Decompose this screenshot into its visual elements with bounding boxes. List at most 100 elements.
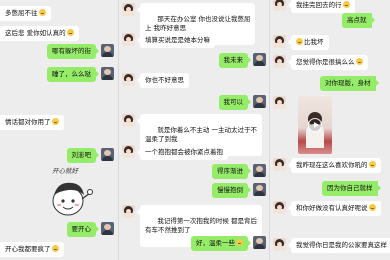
message-text: 我未来 [223, 56, 244, 64]
smiley-emoji-icon [368, 204, 376, 211]
girl-avatar[interactable] [122, 73, 135, 86]
girl-avatar[interactable] [122, 205, 135, 218]
video-message-thumbnail[interactable] [298, 96, 332, 154]
girl-avatar[interactable] [122, 3, 135, 16]
message-row: 你也不好意思 [122, 73, 189, 88]
message-bubble-sent[interactable]: 好，温柔一些 [191, 236, 251, 251]
message-text: 我记得第一次抱我的时候 都是背后 有车不然推到了 [145, 217, 257, 234]
boy-avatar[interactable] [253, 95, 266, 108]
message-row: 哪有躲坏的街 [47, 44, 114, 59]
boy-avatar[interactable] [253, 236, 266, 249]
girl-avatar[interactable] [273, 201, 286, 214]
message-text: 情话都对你用了 [5, 118, 51, 126]
message-bubble-sent[interactable]: 高点就 [342, 13, 374, 28]
message-row: 我昨现在这么喜欢你吼的 [273, 158, 381, 173]
message-row: 我挂完回去的行 [273, 0, 355, 13]
message-bubble-received[interactable]: 开心我都要疯了 [0, 242, 64, 257]
message-bubble-sent[interactable]: 得序渐进 [212, 164, 251, 179]
message-bubble-sent[interactable]: 慢慢抱倒 [212, 183, 251, 198]
smiley-emoji-icon [38, 9, 46, 16]
chat-screenshot-middle: 那天在办公室 你也没说让我憋屈 上 我昨好意思 填算买说是是她本分嘛 我未来 你… [118, 0, 270, 260]
message-row: 我未来 [218, 53, 266, 68]
happy-boy-sticker[interactable]: 开心就好 [48, 165, 94, 221]
message-text: 高点就 [347, 16, 367, 24]
message-text: 刘澎吧 [71, 151, 92, 159]
message-bubble-sent[interactable]: 我可以 [218, 95, 251, 110]
message-bubble-sent[interactable]: 对你现版，身材 [320, 76, 378, 91]
message-text: 睡了，么么哒 [52, 70, 91, 78]
message-bubble-sent[interactable]: 哪有躲坏的街 [47, 44, 99, 59]
sticker-caption: 开心就好 [52, 167, 78, 175]
boy-avatar[interactable] [101, 44, 114, 57]
message-text: 我可以 [223, 98, 244, 106]
girl-avatar[interactable] [122, 145, 135, 158]
message-bubble-sent[interactable]: 因为你自己就样 [322, 181, 380, 196]
girl-avatar[interactable] [273, 0, 286, 11]
message-row: 好，温柔一些 [191, 236, 266, 251]
message-text: 哪有躲坏的街 [52, 47, 91, 55]
message-text: 我昨现在这么喜欢你吼的 [296, 161, 368, 169]
message-row: 情话都对你用了 [0, 115, 64, 130]
video-play-icon[interactable] [308, 118, 322, 132]
message-text: 得序渐进 [217, 167, 243, 175]
smiley-emoji-icon [51, 118, 59, 125]
message-bubble-sent[interactable]: 我未来 [218, 53, 251, 68]
message-bubble-received[interactable]: 我挂完回去的行 [288, 0, 355, 13]
message-bubble-sent[interactable]: 睡了，么么哒 [47, 67, 99, 82]
boy-avatar[interactable] [101, 222, 114, 235]
girl-avatar[interactable] [273, 238, 286, 251]
message-bubble-received[interactable]: 和你好做没有认真好呢说 [288, 201, 381, 216]
message-row: 多憋屈不往 [0, 6, 51, 21]
message-text: 对你现版，身材 [325, 79, 371, 87]
message-bubble-received[interactable]: 你也不好意思 [137, 73, 189, 88]
message-row: 得序渐进 [212, 164, 266, 179]
girl-avatar[interactable] [273, 96, 286, 109]
girl-avatar[interactable] [273, 55, 286, 68]
message-row: 填算买说是是她本分嘛 [122, 33, 215, 48]
message-bubble-received[interactable]: 我昨现在这么喜欢你吼的 [288, 158, 381, 173]
smiley-emoji-icon [296, 38, 303, 45]
boy-avatar[interactable] [253, 183, 266, 196]
smiley-emoji-icon [368, 161, 376, 168]
message-bubble-received[interactable]: 多憋屈不往 [0, 6, 51, 21]
message-text: 我觉得你日是我的公家要真这样 [296, 241, 387, 249]
message-text: 多憋屈不往 [5, 9, 38, 17]
message-text: 要开心 [71, 225, 92, 233]
boy-avatar[interactable] [101, 148, 114, 161]
message-row: 高点就 [342, 13, 374, 28]
message-text: 您觉得你是很搞么么 [296, 58, 355, 66]
message-text: 那天在办公室 你也没说让我憋屈 上 我昨好意思 [145, 15, 251, 32]
message-row [273, 96, 286, 109]
message-text: 就是你着么不主动 一主动太过于不 温柔了到我 [145, 126, 257, 143]
message-bubble-sent[interactable]: 刘澎吧 [66, 148, 99, 163]
message-bubble-received[interactable]: 比我坏 [288, 35, 329, 50]
message-bubble-received[interactable]: 情话都对你用了 [0, 115, 64, 130]
smiley-emoji-icon [342, 1, 350, 8]
boy-avatar[interactable] [253, 53, 266, 66]
message-bubble-received[interactable]: 这后悲 爱你如认真的 [0, 26, 79, 41]
chat-screenshot-left: 多憋屈不往 这后悲 爱你如认真的 哪有躲坏的街 睡了，么么哒 情话都对你用了 刘… [0, 0, 130, 260]
message-bubble-received[interactable]: 您觉得你是很搞么么 [288, 55, 368, 70]
girl-avatar[interactable] [122, 33, 135, 46]
message-row: 开心我都要疯了 [0, 242, 64, 257]
message-row: 睡了，么么哒 [47, 67, 114, 82]
smiley-emoji-icon [51, 245, 59, 252]
message-text: 开心我都要疯了 [5, 245, 51, 253]
message-row: 要开心 [66, 222, 114, 237]
message-text: 和你好做没有认真好呢说 [296, 204, 368, 212]
girl-avatar[interactable] [122, 114, 135, 127]
boy-avatar[interactable] [253, 164, 266, 177]
message-bubble-received[interactable]: 填算买说是是她本分嘛 [137, 33, 215, 48]
message-row: 慢慢抱倒 [212, 183, 266, 198]
girl-avatar[interactable] [273, 158, 286, 171]
girl-avatar[interactable] [273, 35, 286, 48]
message-bubble-received[interactable]: 一个抱抱都会被你紧点着抱 [137, 145, 228, 160]
smiley-emoji-icon [66, 29, 74, 36]
message-bubble-received[interactable]: 我觉得你日是我的公家要真这样 [288, 238, 390, 253]
message-bubble-sent[interactable]: 要开心 [66, 222, 99, 237]
message-row: 一个抱抱都会被你紧点着抱 [122, 145, 228, 160]
message-text: 填算买说是是她本分嘛 [145, 36, 210, 44]
message-row: 和你好做没有认真好呢说 [273, 201, 381, 216]
boy-avatar[interactable] [101, 67, 114, 80]
message-row: 这后悲 爱你如认真的 [0, 26, 79, 41]
